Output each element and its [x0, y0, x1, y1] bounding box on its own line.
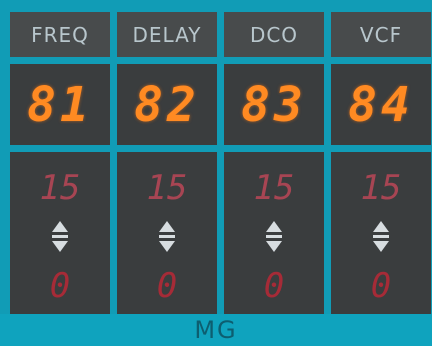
- max-value: 15: [39, 168, 81, 208]
- divider: [224, 57, 324, 64]
- triangle-up-icon[interactable]: [266, 221, 282, 232]
- divider: [224, 145, 324, 152]
- footer-title: MG: [0, 314, 432, 346]
- triangle-up-icon[interactable]: [159, 221, 175, 232]
- column-header: VCF: [331, 12, 431, 57]
- range-control: 15 0: [117, 152, 217, 314]
- column-dco: DCO 83 15 0: [224, 12, 324, 314]
- range-control: 15 0: [10, 152, 110, 314]
- triangle-up-icon[interactable]: [52, 221, 68, 232]
- triangle-down-icon[interactable]: [52, 241, 68, 252]
- min-value: 0: [263, 266, 285, 306]
- value-display: 83: [224, 64, 324, 145]
- column-header: DELAY: [117, 12, 217, 57]
- divider: [117, 145, 217, 152]
- range-control: 15 0: [331, 152, 431, 314]
- triangle-down-icon[interactable]: [373, 241, 389, 252]
- divider: [10, 57, 110, 64]
- stepper-divider: [52, 235, 68, 238]
- column-header: DCO: [224, 12, 324, 57]
- divider: [331, 57, 431, 64]
- triangle-down-icon[interactable]: [266, 241, 282, 252]
- max-value: 15: [360, 168, 402, 208]
- stepper-divider: [159, 235, 175, 238]
- column-freq: FREQ 81 15 0: [10, 12, 110, 314]
- column-delay: DELAY 82 15 0: [117, 12, 217, 314]
- min-value: 0: [49, 266, 71, 306]
- column-vcf: VCF 84 15 0: [331, 12, 431, 314]
- max-value: 15: [146, 168, 188, 208]
- min-value: 0: [370, 266, 392, 306]
- value-display: 81: [10, 64, 110, 145]
- stepper-divider: [373, 235, 389, 238]
- triangle-up-icon[interactable]: [373, 221, 389, 232]
- divider: [331, 145, 431, 152]
- triangle-down-icon[interactable]: [159, 241, 175, 252]
- range-control: 15 0: [224, 152, 324, 314]
- divider: [117, 57, 217, 64]
- mod-panel: FREQ 81 15 0 DELAY 82 15 0 DCO 83 15 0 V…: [0, 0, 432, 346]
- value-display: 84: [331, 64, 431, 145]
- min-value: 0: [156, 266, 178, 306]
- value-display: 82: [117, 64, 217, 145]
- stepper-divider: [266, 235, 282, 238]
- divider: [10, 145, 110, 152]
- max-value: 15: [253, 168, 295, 208]
- column-header: FREQ: [10, 12, 110, 57]
